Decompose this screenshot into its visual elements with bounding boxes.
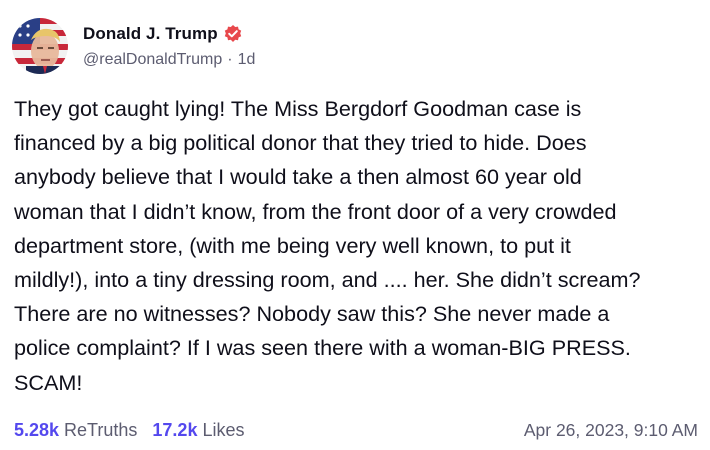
post-header: Donald J. Trump @realDonaldTrump · 1d <box>12 16 255 76</box>
likes-stat[interactable]: 17.2k Likes <box>152 420 244 441</box>
post-body: They got caught lying! The Miss Bergdorf… <box>14 96 641 395</box>
separator: · <box>227 51 233 68</box>
post-timestamp[interactable]: Apr 26, 2023, 9:10 AM <box>524 420 698 441</box>
handle-row: @realDonaldTrump · 1d <box>83 50 255 70</box>
post-age[interactable]: 1d <box>238 51 256 69</box>
avatar[interactable] <box>12 18 68 74</box>
name-row: Donald J. Trump <box>83 22 255 46</box>
likes-label: Likes <box>202 419 245 440</box>
retruths-stat[interactable]: 5.28k ReTruths <box>14 420 137 441</box>
likes-count: 17.2k <box>152 419 198 440</box>
retruths-count: 5.28k <box>14 419 60 440</box>
verified-badge-icon <box>223 24 243 44</box>
retruths-label: ReTruths <box>64 419 138 440</box>
display-name[interactable]: Donald J. Trump <box>83 24 218 44</box>
post-footer: 5.28k ReTruths 17.2k Likes Apr 26, 2023,… <box>14 416 698 444</box>
handle[interactable]: @realDonaldTrump <box>83 51 222 69</box>
truth-post: Donald J. Trump @realDonaldTrump · 1d Th… <box>0 0 710 450</box>
avatar-flag-portrait-icon <box>12 18 68 74</box>
author-block: Donald J. Trump @realDonaldTrump · 1d <box>83 22 255 70</box>
